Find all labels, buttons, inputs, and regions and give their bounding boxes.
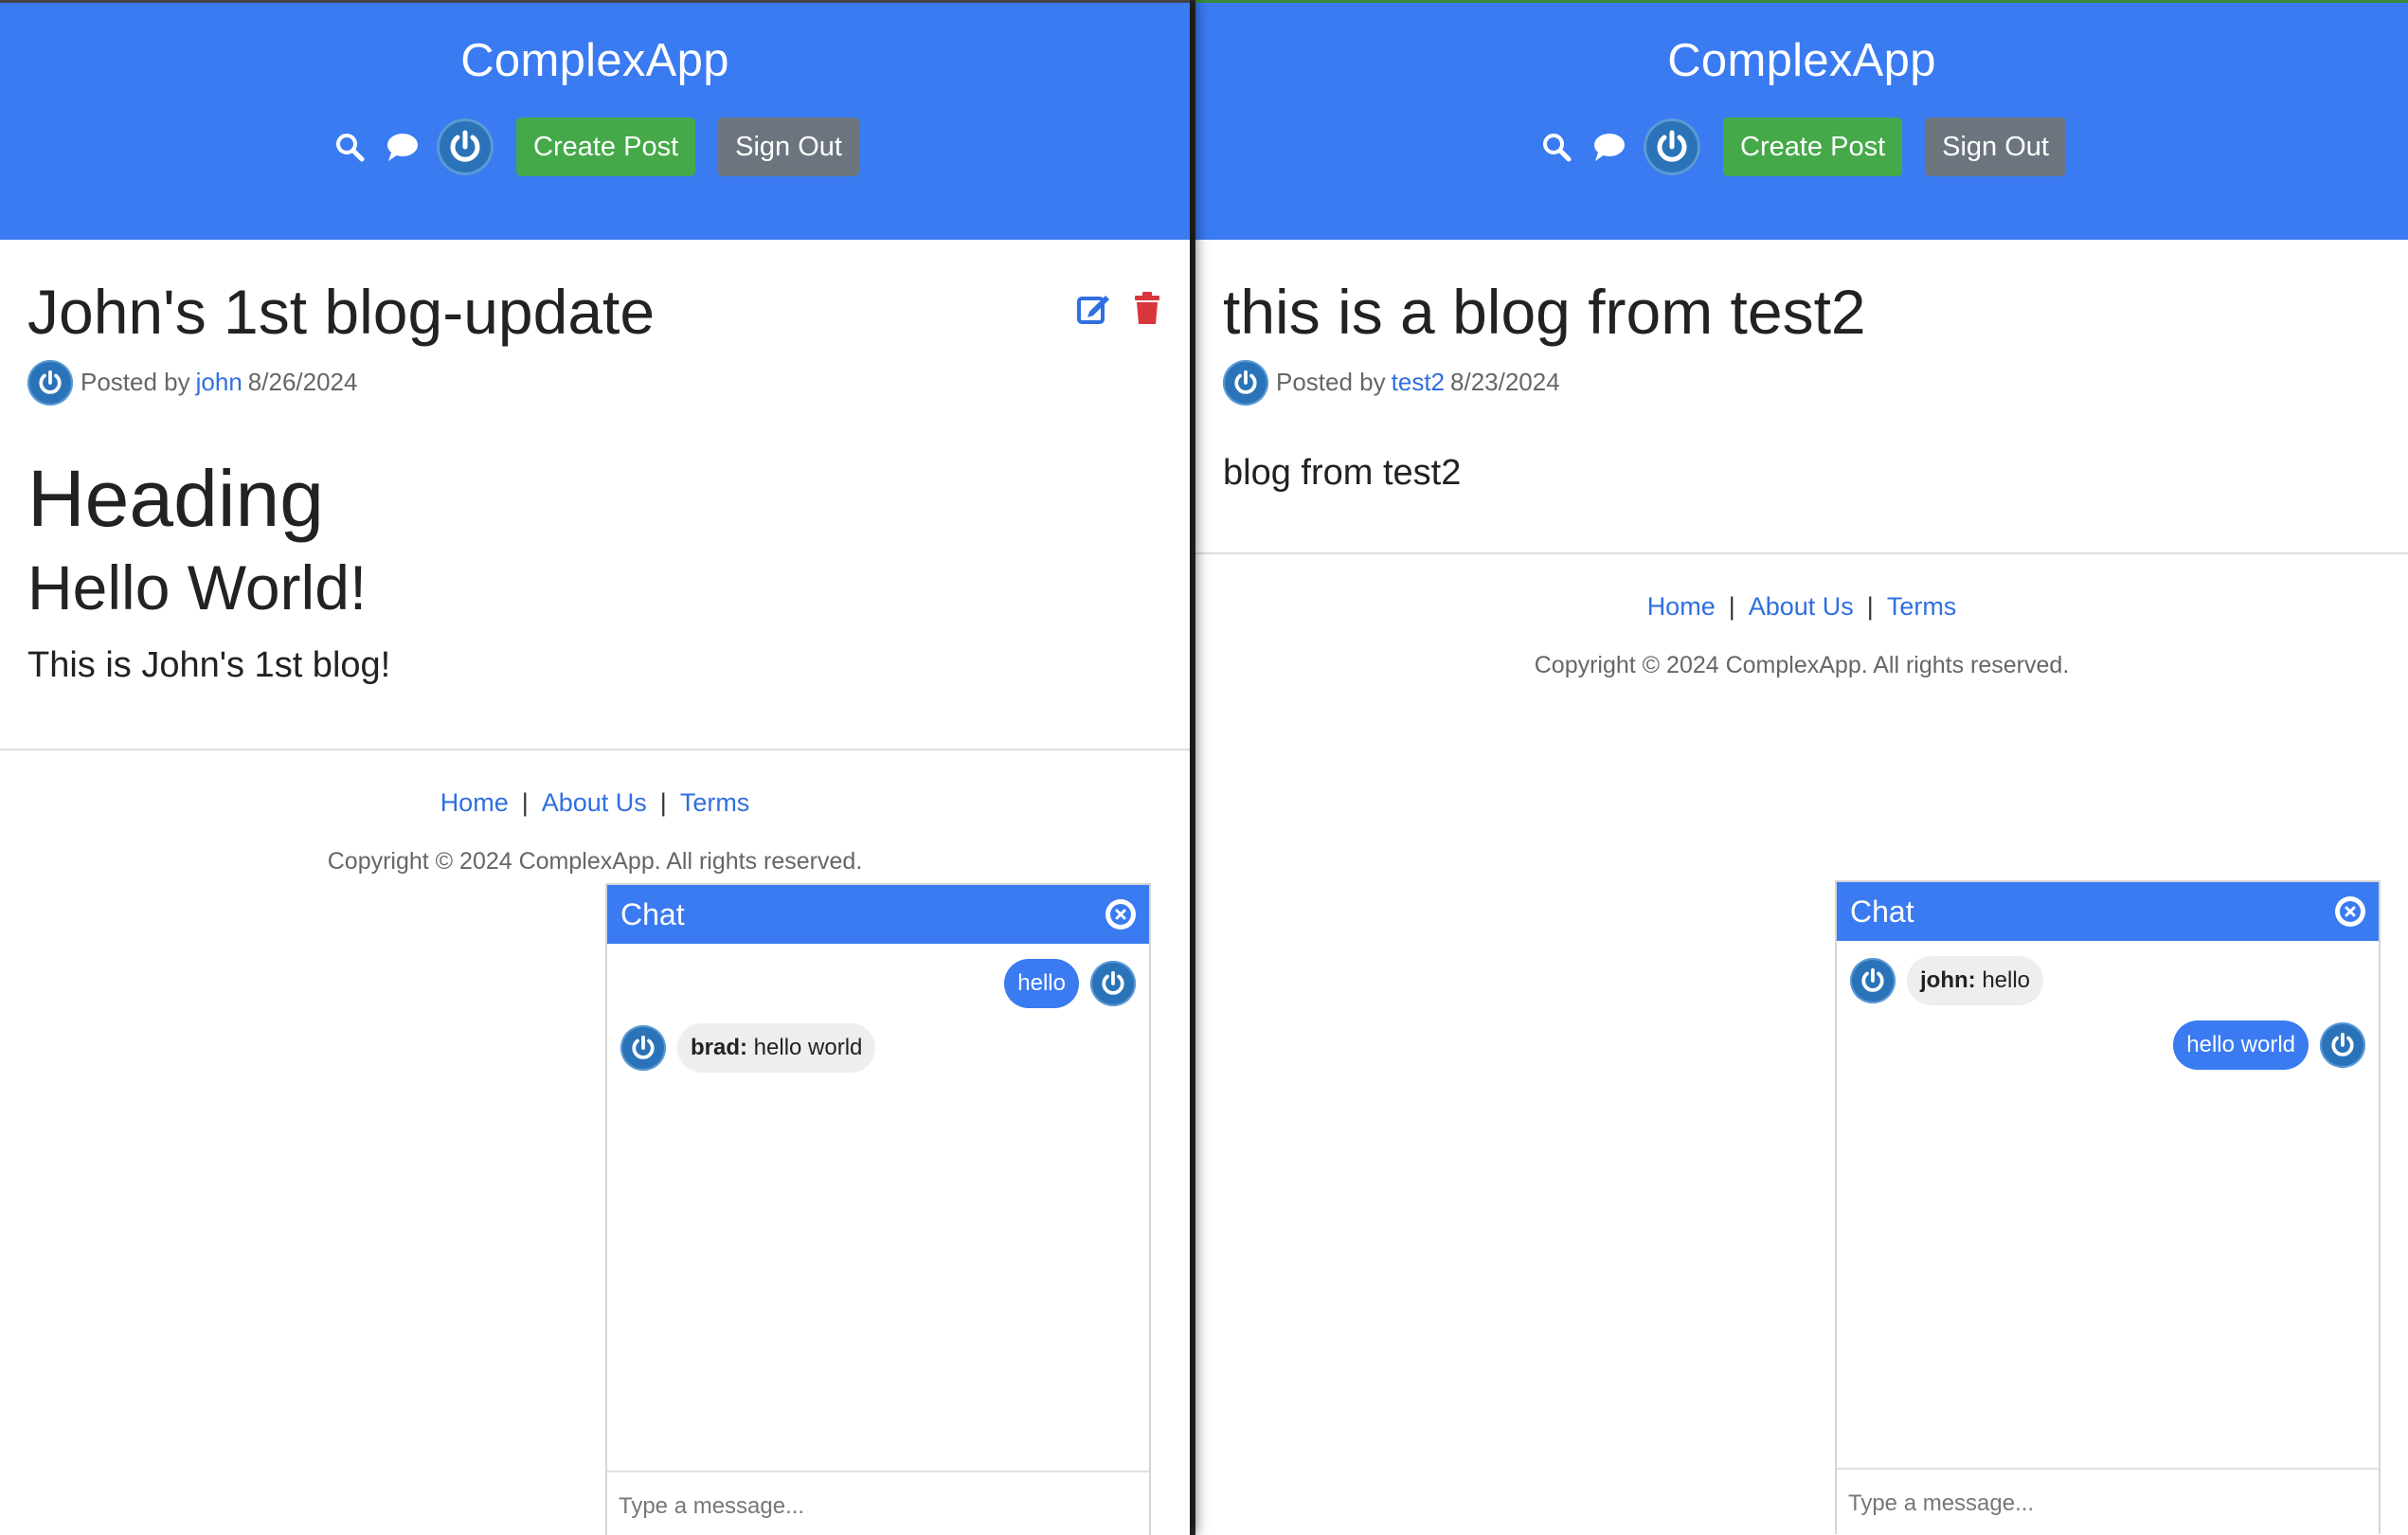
- chat-header: Chat: [607, 885, 1149, 944]
- footer-link-about[interactable]: About Us: [1749, 592, 1854, 621]
- footer-link-terms[interactable]: Terms: [1887, 592, 1957, 621]
- post-title: this is a blog from test2: [1223, 277, 1866, 347]
- footer-link-home[interactable]: Home: [440, 788, 509, 817]
- chat-panel: Chat hello brad: hello world: [605, 883, 1151, 1535]
- site-header: ComplexApp Create Post Sign Out: [0, 3, 1190, 240]
- chat-input-container: [1837, 1468, 2379, 1535]
- post-meta: Posted by john 8/26/2024: [27, 359, 1162, 406]
- chat-bubble: brad: hello world: [677, 1023, 876, 1073]
- chat-header: Chat: [1837, 882, 2379, 941]
- chat-username: john:: [1920, 967, 1976, 993]
- chat-message-input[interactable]: [1848, 1490, 2367, 1517]
- posted-by-label: Posted by: [81, 368, 190, 397]
- body-subheading: Hello World!: [27, 551, 368, 623]
- chat-message: john: hello: [1850, 956, 2365, 1005]
- close-circle-icon[interactable]: [1105, 899, 1136, 930]
- search-icon[interactable]: [331, 128, 368, 166]
- create-post-button[interactable]: Create Post: [1723, 117, 1903, 176]
- sign-out-button[interactable]: Sign Out: [718, 117, 859, 176]
- post-meta: Posted by test2 8/23/2024: [1223, 359, 2381, 406]
- chat-message: brad: hello world: [620, 1023, 1136, 1073]
- chat-bubble: hello world: [2173, 1020, 2309, 1070]
- author-avatar-icon[interactable]: [27, 359, 73, 406]
- power-avatar-icon[interactable]: [620, 1025, 666, 1071]
- chat-bubble-icon[interactable]: [384, 128, 422, 166]
- browser-window-right: ComplexApp Create Post Sign Out this is …: [1195, 0, 2408, 1535]
- post-content: this is a blog from test2 Posted by test…: [1195, 240, 2408, 494]
- site-footer: Home | About Us | Terms Copyright © 2024 Com…: [0, 748, 1190, 876]
- chat-input-container: [607, 1471, 1149, 1535]
- trash-icon[interactable]: [1133, 291, 1161, 330]
- chat-message-input[interactable]: [619, 1493, 1138, 1520]
- body-paragraph: blog from test2: [1223, 452, 1462, 493]
- posted-by-label: Posted by: [1276, 368, 1386, 397]
- chat-panel: Chat john: hello hello world: [1835, 880, 2381, 1534]
- author-avatar-icon[interactable]: [1223, 359, 1268, 406]
- chat-message: hello: [620, 959, 1136, 1008]
- post-date: 8/26/2024: [247, 368, 358, 397]
- power-avatar-icon[interactable]: [1850, 958, 1896, 1003]
- screen: ComplexApp Create Post Sign Out John's 1…: [0, 0, 2408, 1535]
- chat-title: Chat: [1850, 894, 1914, 929]
- sign-out-button[interactable]: Sign Out: [1925, 117, 2066, 176]
- footer-link-home[interactable]: Home: [1647, 592, 1716, 621]
- chat-log: john: hello hello world: [1837, 941, 2379, 1468]
- chat-text: hello world: [753, 1035, 863, 1060]
- body-paragraph: This is John's 1st blog!: [27, 644, 391, 685]
- header-nav: Create Post Sign Out: [1195, 117, 2408, 177]
- chat-text: hello: [1982, 967, 2031, 993]
- power-avatar-icon: [1090, 961, 1136, 1006]
- body-heading: Heading: [27, 453, 324, 543]
- site-footer: Home | About Us | Terms Copyright © 2024 Com…: [1195, 551, 2408, 679]
- search-icon[interactable]: [1537, 128, 1575, 166]
- chat-log: hello brad: hello world: [607, 944, 1149, 1471]
- footer-link-about[interactable]: About Us: [542, 788, 647, 817]
- power-avatar-icon[interactable]: [437, 118, 494, 175]
- footer-links: Home | About Us | Terms: [1646, 591, 1957, 621]
- browser-window-left: ComplexApp Create Post Sign Out John's 1…: [0, 0, 1190, 1535]
- post-title: John's 1st blog-update: [27, 277, 656, 347]
- footer-link-terms[interactable]: Terms: [680, 788, 750, 817]
- author-link[interactable]: test2: [1392, 368, 1445, 397]
- chat-message: hello world: [1850, 1020, 2365, 1070]
- post-actions: [1076, 291, 1161, 330]
- brand-title[interactable]: ComplexApp: [0, 3, 1190, 117]
- header-nav: Create Post Sign Out: [0, 117, 1190, 177]
- chat-bubble: john: hello: [1907, 956, 2044, 1005]
- copyright-text: Copyright © 2024 ComplexApp. All rights …: [1534, 651, 2070, 678]
- chat-bubble: hello: [1004, 959, 1079, 1008]
- post-date: 8/23/2024: [1450, 368, 1560, 397]
- chat-username: brad:: [691, 1035, 747, 1060]
- footer-links: Home | About Us | Terms: [440, 787, 750, 817]
- chat-title: Chat: [620, 896, 685, 931]
- author-link[interactable]: john: [196, 368, 243, 397]
- chat-bubble-icon[interactable]: [1590, 128, 1628, 166]
- site-header: ComplexApp Create Post Sign Out: [1195, 3, 2408, 240]
- power-avatar-icon[interactable]: [1644, 118, 1700, 175]
- close-circle-icon[interactable]: [2335, 896, 2365, 927]
- copyright-text: Copyright © 2024 ComplexApp. All rights …: [327, 847, 863, 875]
- power-avatar-icon: [2320, 1022, 2365, 1068]
- edit-icon[interactable]: [1076, 291, 1112, 330]
- brand-title[interactable]: ComplexApp: [1195, 3, 2408, 117]
- post-content: John's 1st blog-update Posted by john 8/…: [0, 240, 1190, 686]
- create-post-button[interactable]: Create Post: [516, 117, 696, 176]
